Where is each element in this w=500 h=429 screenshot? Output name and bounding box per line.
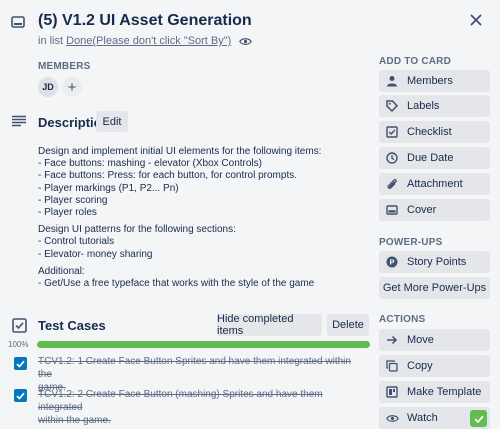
make-template-button[interactable]: Make Template bbox=[379, 381, 490, 403]
checklist-icon bbox=[385, 125, 399, 139]
story-points-label: Story Points bbox=[407, 256, 467, 268]
add-to-card-label: ADD TO CARD bbox=[379, 56, 452, 67]
copy-icon bbox=[385, 359, 399, 373]
progress-percent: 100% bbox=[8, 340, 29, 349]
description-line: - Control tutorials bbox=[38, 236, 115, 248]
cover-button[interactable]: Cover bbox=[379, 199, 490, 221]
members-button-label: Members bbox=[407, 75, 453, 87]
actions-label: ACTIONS bbox=[379, 314, 426, 325]
eye-icon bbox=[385, 411, 399, 425]
in-list-text: in list Done(Please don't click "Sort By… bbox=[38, 35, 253, 47]
move-button[interactable]: Move bbox=[379, 329, 490, 351]
description-line: - Player roles bbox=[38, 207, 97, 219]
checkbox-checked[interactable] bbox=[14, 357, 27, 370]
add-member-button[interactable]: + bbox=[62, 77, 82, 97]
svg-text:P: P bbox=[389, 258, 394, 267]
copy-button-label: Copy bbox=[407, 360, 433, 372]
copy-button[interactable]: Copy bbox=[379, 355, 490, 377]
description-body[interactable]: Design and implement initial UI elements… bbox=[38, 141, 358, 295]
checklist-icon bbox=[11, 317, 27, 333]
description-line: - Face buttons: Press: for each button, … bbox=[38, 170, 298, 182]
cover-icon bbox=[385, 203, 399, 217]
due-date-button-label: Due Date bbox=[407, 152, 454, 164]
watch-check-icon bbox=[470, 410, 487, 427]
edit-description-button[interactable]: Edit bbox=[96, 111, 128, 132]
description-line: - Elevator- money sharing bbox=[38, 248, 153, 260]
label-icon bbox=[385, 99, 399, 113]
description-line: Design and implement initial UI elements… bbox=[38, 146, 322, 157]
checklist-item-text: within the game. bbox=[38, 415, 111, 426]
paperclip-icon bbox=[385, 177, 399, 191]
description-icon bbox=[11, 114, 27, 128]
card-icon bbox=[10, 14, 26, 30]
description-line: - Get/Use a free typeface that works wit… bbox=[38, 278, 315, 290]
watch-button[interactable]: Watch bbox=[379, 407, 490, 429]
checklist-item-text: TCV1.2: 2 Create Face Button (mashing) S… bbox=[38, 389, 323, 413]
person-icon bbox=[385, 74, 399, 88]
checklist-item[interactable]: TCV1.2: 2 Create Face Button (mashing) S… bbox=[38, 388, 358, 427]
card-title[interactable]: (5) V1.2 UI Asset Generation bbox=[38, 12, 252, 30]
eye-icon bbox=[239, 37, 253, 46]
members-button[interactable]: Members bbox=[379, 70, 490, 92]
attachment-button[interactable]: Attachment bbox=[379, 173, 490, 195]
description-line: - Player markings (P1, P2... Pn) bbox=[38, 182, 179, 194]
close-icon[interactable] bbox=[466, 10, 486, 30]
in-list-prefix: in list bbox=[38, 35, 67, 47]
watch-button-label: Watch bbox=[407, 412, 438, 424]
get-more-power-ups-label: Get More Power-Ups bbox=[382, 282, 487, 294]
attachment-button-label: Attachment bbox=[407, 178, 463, 190]
description-line: - Player scoring bbox=[38, 194, 108, 206]
story-points-button[interactable]: P Story Points bbox=[379, 251, 490, 273]
checkbox-checked[interactable] bbox=[14, 389, 27, 402]
description-line: - Face buttons: mashing - elevator (Xbox… bbox=[38, 158, 262, 170]
checklist-heading: Test Cases bbox=[38, 318, 106, 333]
checklist-item-text: TCV1.2: 1 Create Face Button Sprites and… bbox=[38, 356, 351, 380]
checklist-button-label: Checklist bbox=[407, 126, 452, 138]
labels-button[interactable]: Labels bbox=[379, 95, 490, 117]
labels-button-label: Labels bbox=[407, 100, 440, 112]
hide-completed-button[interactable]: Hide completed items bbox=[217, 313, 322, 337]
due-date-button[interactable]: Due Date bbox=[379, 147, 490, 169]
list-link[interactable]: Done(Please don't click "Sort By") bbox=[66, 35, 231, 47]
description-line: Design UI patterns for the following sec… bbox=[38, 224, 236, 236]
move-button-label: Move bbox=[407, 334, 434, 346]
make-template-button-label: Make Template bbox=[407, 386, 482, 398]
avatar[interactable]: JD bbox=[38, 77, 58, 97]
arrow-right-icon bbox=[385, 333, 399, 347]
checklist-button[interactable]: Checklist bbox=[379, 121, 490, 143]
progress-bar-fill bbox=[37, 341, 370, 348]
description-line: Additional: bbox=[38, 265, 85, 277]
get-more-power-ups-button[interactable]: Get More Power-Ups bbox=[379, 277, 490, 299]
clock-icon bbox=[385, 151, 399, 165]
members-label: MEMBERS bbox=[38, 61, 91, 72]
delete-checklist-button[interactable]: Delete bbox=[327, 314, 369, 336]
cover-button-label: Cover bbox=[407, 204, 437, 216]
template-icon bbox=[385, 385, 399, 399]
power-ups-label: POWER-UPS bbox=[379, 237, 443, 248]
story-points-icon: P bbox=[385, 255, 399, 269]
